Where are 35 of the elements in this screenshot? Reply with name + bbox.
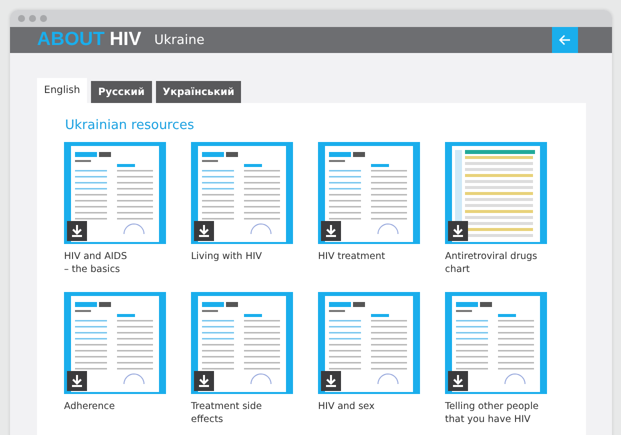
window-dot-icon — [40, 15, 47, 22]
document-thumbnail[interactable] — [64, 292, 166, 394]
logo-text: ABOUT — [37, 29, 105, 51]
download-icon[interactable] — [194, 371, 214, 391]
resource-title[interactable]: Living with HIV — [191, 251, 293, 264]
download-icon[interactable] — [448, 221, 468, 241]
download-icon[interactable] — [321, 221, 341, 241]
window-dot-icon — [18, 15, 25, 22]
download-icon[interactable] — [194, 221, 214, 241]
resource-title[interactable]: HIV treatment — [318, 251, 420, 264]
resource-title[interactable]: HIV and AIDS – the basics — [64, 251, 166, 277]
language-tab[interactable]: Український — [156, 81, 242, 103]
download-icon[interactable] — [321, 371, 341, 391]
window-dot-icon — [29, 15, 36, 22]
download-icon[interactable] — [67, 221, 87, 241]
logo-text: HIV — [110, 29, 142, 51]
country-label: Ukraine — [154, 32, 206, 48]
resource-title[interactable]: Adherence — [64, 401, 166, 414]
resource-title[interactable]: Telling other people that you have HIV — [445, 401, 547, 427]
document-thumbnail[interactable] — [318, 142, 420, 244]
document-thumbnail[interactable] — [318, 292, 420, 394]
language-tab[interactable]: Русский — [91, 81, 152, 103]
download-icon[interactable] — [67, 371, 87, 391]
document-thumbnail[interactable] — [191, 142, 293, 244]
download-icon[interactable] — [448, 371, 468, 391]
document-thumbnail[interactable] — [445, 292, 547, 394]
document-thumbnail[interactable] — [191, 292, 293, 394]
back-arrow-icon — [559, 34, 571, 46]
resource-title[interactable]: Antiretroviral drugs chart — [445, 251, 547, 277]
document-thumbnail[interactable] — [64, 142, 166, 244]
language-tab[interactable]: English — [37, 78, 88, 103]
resource-title[interactable]: HIV and sex — [318, 401, 420, 414]
section-title: Ukrainian resources — [65, 118, 196, 133]
resource-title[interactable]: Treatment side effects — [191, 401, 293, 427]
document-thumbnail[interactable] — [445, 142, 547, 244]
